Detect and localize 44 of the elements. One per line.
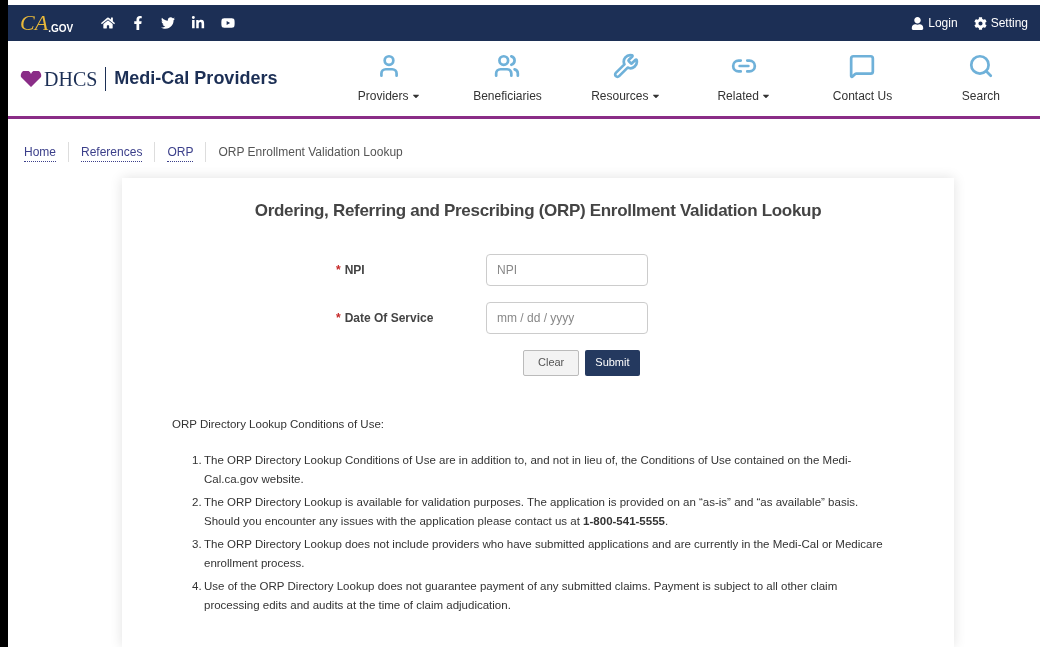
search-icon <box>967 52 994 79</box>
nav-item[interactable]: Resources <box>566 52 685 105</box>
submit-button[interactable]: Submit <box>585 349 640 376</box>
cagov-logo[interactable]: CA.GOV <box>20 12 74 34</box>
list-number: 1. <box>192 452 203 468</box>
conditions-heading: ORP Directory Lookup Conditions of Use: <box>172 416 385 432</box>
condition-text: The ORP Directory Lookup Conditions of Use are in addition to, and not in lieu of, the Conditions of Use contained on the Medi-Cal.ca.gov website. <box>204 452 853 487</box>
breadcrumb-link[interactable]: ORP <box>167 142 194 162</box>
twitter-icon[interactable] <box>161 16 176 30</box>
list-number: 4. <box>192 578 203 594</box>
list-number: 2. <box>192 494 203 510</box>
top-link[interactable]: Setting <box>973 14 1028 32</box>
nav-item[interactable]: Related <box>685 52 804 105</box>
condition-text: Use of the ORP Directory Lookup does not guarantee payment of any submitted claims. Payment is subject to all other claim processing edits and audits at the time of claim adjudication. <box>204 578 839 613</box>
nav-item[interactable]: Search <box>921 52 1040 105</box>
nav-item[interactable]: Beneficiaries <box>448 52 567 105</box>
heart-logo-icon <box>20 70 42 87</box>
required-mark: * <box>336 261 341 279</box>
user-icon <box>911 16 925 30</box>
wrench-icon <box>612 52 639 79</box>
breadcrumb-link[interactable]: References <box>81 142 143 162</box>
top-link[interactable]: Login <box>911 14 958 32</box>
required-mark: * <box>336 309 341 327</box>
brand-logo-text: DHCS <box>44 66 98 92</box>
site-title[interactable]: Medi-Cal Providers <box>114 65 278 92</box>
field-label: Date Of Service <box>344 309 434 327</box>
youtube-icon[interactable] <box>221 16 236 30</box>
condition-text: The ORP Directory Lookup does not include providers who have submitted applications and are currently in the Medi-Cal or Medicare enrollment process. <box>204 536 884 571</box>
nav-item[interactable]: Providers <box>330 52 449 105</box>
list-number: 3. <box>192 536 203 552</box>
form-title: Ordering, Referring and Prescribing (ORP) Enrollment Validation Lookup <box>253 200 823 222</box>
breadcrumb-current: ORP Enrollment Validation Lookup <box>218 144 403 161</box>
clear-button[interactable]: Clear <box>523 349 580 376</box>
input-field[interactable]: mm / dd / yyyy <box>486 301 648 334</box>
people-icon <box>494 52 521 79</box>
field-label: NPI <box>344 261 365 279</box>
breadcrumb-link[interactable]: Home <box>24 142 56 162</box>
condition-text: The ORP Directory Lookup is available for validation purposes. The application is provided on an “as-is” and “as available” basis. Should you encounter any issues with the application please contact us at 1-800-541-5555. <box>204 494 860 529</box>
nav-item[interactable]: Contact Us <box>803 52 922 105</box>
home-icon[interactable] <box>101 16 116 30</box>
settings-icon <box>973 16 987 30</box>
input-field[interactable]: NPI <box>486 253 648 286</box>
linkedin-icon[interactable] <box>191 16 206 30</box>
message-icon <box>849 52 876 79</box>
